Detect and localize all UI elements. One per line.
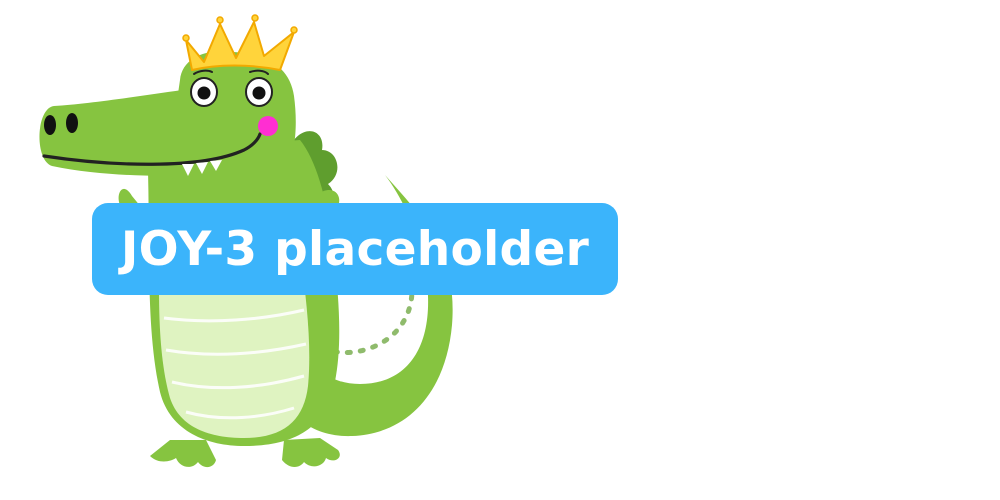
- crocodile-nostril-right: [66, 113, 78, 133]
- crown-jewels: [182, 14, 298, 42]
- crocodile-cheek: [258, 116, 278, 136]
- placeholder-label-badge: JOY-3 placeholder: [92, 203, 618, 295]
- crocodile-left-foot: [150, 440, 216, 468]
- crocodile-right-foot: [282, 438, 340, 467]
- crocodile-nostril-left: [44, 115, 56, 135]
- placeholder-label-text: JOY-3 placeholder: [120, 221, 590, 277]
- crown-icon: [185, 21, 295, 71]
